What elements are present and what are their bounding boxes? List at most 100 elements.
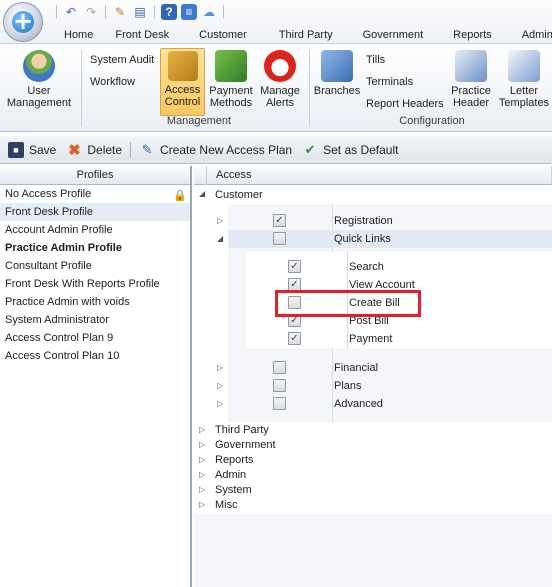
delete-button[interactable]: ✖ Delete xyxy=(61,139,127,161)
profile-label: Account Admin Profile xyxy=(5,224,113,236)
quick-links-checkbox[interactable] xyxy=(273,232,286,245)
profiles-header: Profiles xyxy=(0,166,190,185)
practice-header-button[interactable]: Practice Header xyxy=(446,50,496,116)
tree-node-quick-links[interactable]: Quick Links xyxy=(334,230,391,248)
expand-arrow-icon[interactable]: ▷ xyxy=(217,381,223,390)
set-as-default-button[interactable]: ✔ Set as Default xyxy=(297,139,403,161)
tab-reports[interactable]: Reports xyxy=(433,26,502,44)
redo-icon[interactable]: ↷ xyxy=(83,4,99,20)
create-new-label: Create New Access Plan xyxy=(160,142,293,157)
tree-node-financial[interactable]: Financial xyxy=(334,359,378,377)
app-menu-orb-icon[interactable] xyxy=(3,2,43,42)
branches-label: Branches xyxy=(313,85,361,97)
terminals-button[interactable]: Terminals xyxy=(366,76,413,88)
save-button[interactable]: ■ Save xyxy=(3,139,61,161)
tree-node-advanced[interactable]: Advanced xyxy=(334,395,383,413)
expand-arrow-icon[interactable]: ▷ xyxy=(199,470,205,479)
tills-button[interactable]: Tills xyxy=(366,54,385,66)
edit-icon[interactable]: ✎ xyxy=(112,4,128,20)
tree-node-misc[interactable]: Misc xyxy=(215,496,238,514)
tree-node-payment[interactable]: Payment xyxy=(349,330,392,348)
qat-divider xyxy=(105,5,106,19)
toolbar-divider xyxy=(130,141,132,158)
profile-item[interactable]: Access Control Plan 10 xyxy=(0,347,190,365)
expand-arrow-icon[interactable]: ▷ xyxy=(217,399,223,408)
profile-item[interactable]: Practice Admin Profile xyxy=(0,239,190,257)
tab-government[interactable]: Government xyxy=(343,26,434,44)
profile-item[interactable]: Access Control Plan 9 xyxy=(0,329,190,347)
tree-node-search[interactable]: Search xyxy=(349,258,384,276)
expand-arrow-icon[interactable]: ▷ xyxy=(199,425,205,434)
access-control-button[interactable]: Access Control xyxy=(160,48,205,116)
expand-arrow-icon[interactable]: ▷ xyxy=(199,500,205,509)
profile-label: Practice Admin with voids xyxy=(5,296,130,308)
system-audit-button[interactable]: System Audit xyxy=(90,54,154,66)
practice-header-label: Practice Header xyxy=(451,85,491,109)
profile-label: Consultant Profile xyxy=(5,260,92,272)
profile-item[interactable]: Account Admin Profile xyxy=(0,221,190,239)
payment-methods-button[interactable]: Payment Methods xyxy=(207,50,255,116)
collapse-arrow-icon[interactable]: ◢ xyxy=(199,189,205,198)
letter-templates-button[interactable]: Letter Templates xyxy=(497,50,551,116)
expand-arrow-icon[interactable]: ▷ xyxy=(217,363,223,372)
tree-node-plans[interactable]: Plans xyxy=(334,377,362,395)
ribbon: User Management System Audit Workflow Ac… xyxy=(0,44,552,132)
tab-admin[interactable]: Admin xyxy=(502,26,552,44)
menu-bar: ↶ ↷ ✎ ▤ ? ≡ ☁ Home Front Desk Customer T… xyxy=(0,0,552,44)
qat-divider xyxy=(223,5,224,19)
practice-header-icon xyxy=(455,50,487,82)
access-header-label: Access xyxy=(216,169,252,181)
ribbon-divider xyxy=(81,50,82,126)
save-list-icon[interactable]: ▤ xyxy=(132,4,148,20)
tab-third-party[interactable]: Third Party xyxy=(257,26,343,44)
registration-checkbox[interactable] xyxy=(273,214,286,227)
profile-label: System Administrator xyxy=(5,314,109,326)
letter-templates-icon xyxy=(508,50,540,82)
user-management-label: User Management xyxy=(6,85,72,109)
tree-node-registration[interactable]: Registration xyxy=(334,212,393,230)
chat-icon[interactable]: ☁ xyxy=(201,4,217,20)
profile-item[interactable]: Practice Admin with voids xyxy=(0,293,190,311)
workflow-button[interactable]: Workflow xyxy=(90,76,135,88)
profile-item[interactable]: No Access Profile 🔒 xyxy=(0,185,190,203)
branches-button[interactable]: Branches xyxy=(312,50,362,108)
profile-item[interactable]: System Administrator xyxy=(0,311,190,329)
qat-divider xyxy=(154,5,155,19)
create-bill-highlight-box xyxy=(275,290,421,317)
expand-arrow-icon[interactable]: ▷ xyxy=(199,455,205,464)
financial-checkbox[interactable] xyxy=(273,361,286,374)
user-management-button[interactable]: User Management xyxy=(4,50,74,116)
manage-alerts-button[interactable]: Manage Alerts xyxy=(257,50,303,116)
new-document-icon: ✎ xyxy=(141,141,153,157)
report-headers-button[interactable]: Report Headers xyxy=(366,98,444,110)
network-icon xyxy=(321,50,353,82)
plans-checkbox[interactable] xyxy=(273,379,286,392)
action-toolbar: ■ Save ✖ Delete ✎ Create New Access Plan… xyxy=(0,136,552,164)
user-management-icon xyxy=(23,50,55,82)
list-icon[interactable]: ≡ xyxy=(181,4,197,20)
tree-node-customer[interactable]: Customer xyxy=(215,186,263,204)
expand-arrow-icon[interactable]: ▷ xyxy=(199,440,205,449)
profile-item[interactable]: Front Desk Profile xyxy=(0,203,190,221)
tab-customer[interactable]: Customer xyxy=(179,26,257,44)
access-control-icon xyxy=(167,51,198,81)
undo-icon[interactable]: ↶ xyxy=(63,4,79,20)
collapse-arrow-icon[interactable]: ◢ xyxy=(217,234,223,243)
payment-checkbox[interactable] xyxy=(288,332,301,345)
expand-arrow-icon[interactable]: ▷ xyxy=(199,485,205,494)
advanced-checkbox[interactable] xyxy=(273,397,286,410)
letter-templates-label: Letter Templates xyxy=(498,85,550,109)
search-checkbox[interactable] xyxy=(288,260,301,273)
expand-arrow-icon[interactable]: ▷ xyxy=(217,216,223,225)
management-group-label: Management xyxy=(166,115,232,127)
create-new-access-plan-button[interactable]: ✎ Create New Access Plan xyxy=(134,139,297,161)
help-icon[interactable]: ? xyxy=(161,4,177,20)
configuration-group-label: Configuration xyxy=(399,115,465,127)
profile-item[interactable]: Front Desk With Reports Profile xyxy=(0,275,190,293)
delete-label: Delete xyxy=(87,142,123,157)
profile-item[interactable]: Consultant Profile xyxy=(0,257,190,275)
set-default-label: Set as Default xyxy=(323,142,399,157)
tab-home[interactable]: Home xyxy=(44,26,103,44)
profile-label: No Access Profile xyxy=(5,188,92,200)
tab-front-desk[interactable]: Front Desk xyxy=(103,26,179,44)
